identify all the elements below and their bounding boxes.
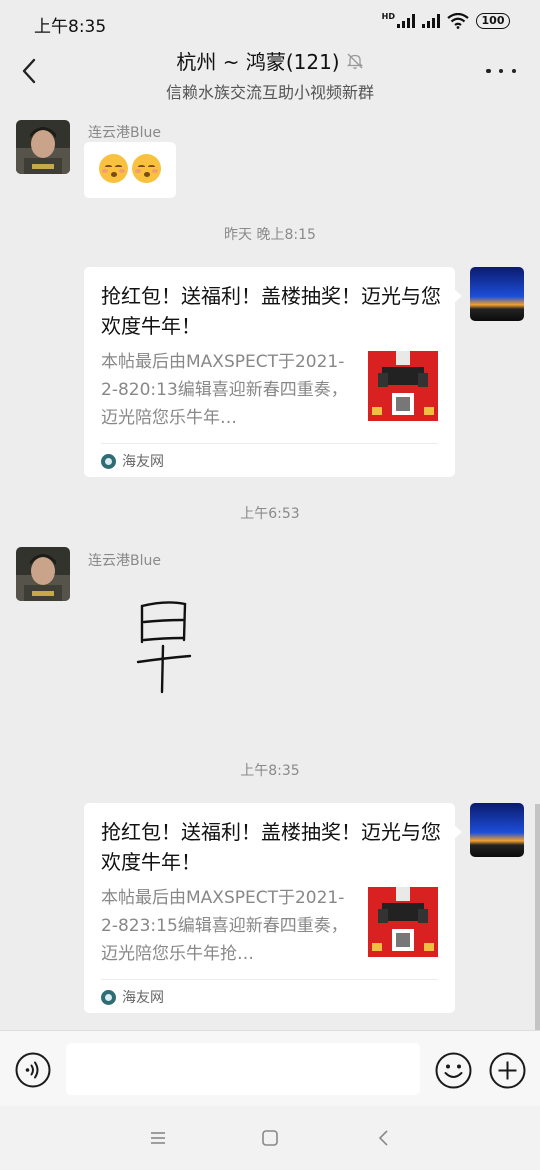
emoji-button[interactable] — [435, 1052, 472, 1089]
back-chevron-icon — [378, 1130, 388, 1146]
avatar[interactable] — [16, 120, 70, 174]
voice-icon — [15, 1052, 51, 1088]
message-list[interactable]: 连云港Blue 昨天 晚上8:15 抢红包！送福利！盖楼抽奖！迈光与您欢度牛年！… — [0, 104, 540, 1030]
more-functions-button[interactable] — [489, 1052, 526, 1089]
back-button[interactable] — [12, 54, 46, 88]
message-timestamp: 上午6:53 — [240, 506, 300, 522]
card-title: 抢红包！送福利！盖楼抽奖！迈光与您欢度牛年！ — [101, 820, 441, 874]
scrollbar[interactable] — [535, 804, 540, 1030]
status-icons: HD 100 — [382, 13, 510, 29]
status-time: 上午8:35 — [34, 17, 107, 37]
avatar[interactable] — [16, 547, 70, 601]
my-avatar[interactable] — [470, 803, 524, 857]
card-thumbnail — [368, 887, 438, 957]
message-timestamp: 上午8:35 — [240, 763, 300, 779]
card-divider — [101, 443, 438, 444]
emoji-message-bubble[interactable] — [84, 142, 176, 198]
message-input[interactable] — [66, 1043, 420, 1095]
home-square-icon — [262, 1130, 278, 1146]
handwritten-image-message[interactable] — [130, 598, 200, 698]
sender-name: 连云港Blue — [88, 553, 161, 569]
card-divider — [101, 979, 438, 980]
battery-indicator: 100 — [476, 13, 510, 29]
message-timestamp: 昨天 晚上8:15 — [224, 227, 316, 243]
smiley-icon — [435, 1052, 472, 1089]
menu-icon — [151, 1132, 165, 1144]
home-nav-button[interactable] — [258, 1126, 282, 1150]
cell-signal-icon — [397, 14, 415, 28]
source-name: 海友网 — [122, 454, 164, 470]
plus-circle-icon — [489, 1052, 526, 1089]
link-card-message[interactable]: 抢红包！送福利！盖楼抽奖！迈光与您欢度牛年！ 本帖最后由MAXSPECT于202… — [84, 267, 462, 477]
back-nav-button[interactable] — [372, 1126, 396, 1150]
card-description: 本帖最后由MAXSPECT于2021-2-823:15编辑喜迎新春四重奏，迈光陪… — [101, 888, 348, 964]
card-title: 抢红包！送福利！盖楼抽奖！迈光与您欢度牛年！ — [101, 284, 441, 338]
chat-header: 杭州 ~ 鸿蒙(121) 信赖水族交流互助小视频新群 — [0, 46, 540, 102]
chat-subtitle: 信赖水族交流互助小视频新群 — [165, 83, 374, 102]
input-bar — [0, 1030, 540, 1106]
card-description: 本帖最后由MAXSPECT于2021-2-820:13编辑喜迎新春四重奏，迈光陪… — [101, 352, 348, 428]
mute-bell-icon — [346, 53, 363, 69]
system-nav-bar — [0, 1106, 540, 1170]
more-dot-icon — [511, 68, 516, 74]
card-thumbnail — [368, 351, 438, 421]
kissing-face-icon — [99, 154, 128, 183]
source-logo-icon — [101, 453, 116, 469]
source-logo-icon — [101, 989, 116, 1005]
cell-signal-icon-2 — [422, 14, 440, 28]
card-source: 海友网 — [101, 451, 164, 471]
kissing-face-icon — [132, 154, 161, 183]
status-bar: 上午8:35 HD 100 — [0, 0, 540, 46]
menu-nav-button[interactable] — [146, 1126, 170, 1150]
chat-title: 杭州 ~ 鸿蒙(121) — [176, 50, 340, 74]
title-block: 杭州 ~ 鸿蒙(121) 信赖水族交流互助小视频新群 — [80, 46, 460, 103]
wifi-icon — [447, 13, 469, 29]
source-name: 海友网 — [122, 990, 164, 1006]
my-avatar[interactable] — [470, 267, 524, 321]
card-source: 海友网 — [101, 987, 164, 1007]
link-card-message[interactable]: 抢红包！送福利！盖楼抽奖！迈光与您欢度牛年！ 本帖最后由MAXSPECT于202… — [84, 803, 462, 1013]
sender-name: 连云港Blue — [88, 125, 161, 141]
back-arrow-icon — [22, 58, 36, 84]
more-dot-icon — [498, 68, 504, 74]
more-options-button[interactable] — [486, 64, 516, 78]
voice-input-button[interactable] — [15, 1052, 51, 1088]
more-dot-icon — [486, 68, 491, 74]
hd-label: HD — [381, 12, 395, 21]
